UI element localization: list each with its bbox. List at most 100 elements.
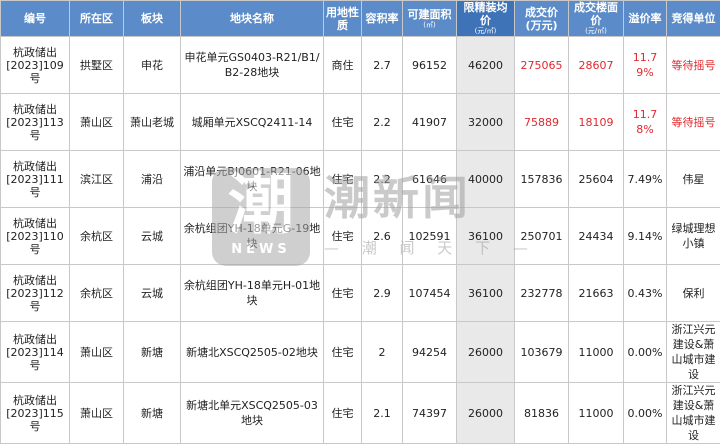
table-row: 杭政储出[2023]113号 萧山区 萧山老城 城厢单元XSCQ2411-14 …: [1, 94, 720, 151]
cell-price-limit: 36100: [457, 208, 515, 265]
cell-premium: 0.00%: [624, 322, 667, 383]
cell-area: 61646: [403, 151, 457, 208]
cell-winner: 浙江兴元建设&萧山城市建设: [667, 383, 720, 444]
cell-land-use: 住宅: [324, 383, 362, 444]
cell-deal-price: 81836: [515, 383, 569, 444]
cell-code: 杭政储出[2023]109号: [1, 37, 70, 94]
cell-sector: 浦沿: [124, 151, 181, 208]
cell-premium: 0.00%: [624, 383, 667, 444]
cell-parcel: 新塘北XSCQ2505-02地块: [181, 322, 324, 383]
header-far: 容积率: [362, 1, 403, 37]
cell-sector: 新塘: [124, 322, 181, 383]
cell-land-use: 住宅: [324, 322, 362, 383]
cell-code: 杭政储出[2023]113号: [1, 94, 70, 151]
cell-sector: 云城: [124, 265, 181, 322]
cell-floor-price: 25604: [569, 151, 624, 208]
cell-winner: 绿城理想小镇: [667, 208, 720, 265]
land-auction-table: 编号 所在区 板块 地块名称 用地性质 容积率 可建面积(㎡) 限精装均价(元/…: [0, 0, 720, 444]
cell-deal-price: 157836: [515, 151, 569, 208]
cell-premium: 9.14%: [624, 208, 667, 265]
cell-district: 滨江区: [70, 151, 124, 208]
cell-deal-price: 103679: [515, 322, 569, 383]
cell-land-use: 商住: [324, 37, 362, 94]
table-row: 杭政储出[2023]115号 萧山区 新塘 新塘北单元XSCQ2505-03地块…: [1, 383, 720, 444]
cell-deal-price: 232778: [515, 265, 569, 322]
cell-far: 2.2: [362, 151, 403, 208]
cell-district: 拱墅区: [70, 37, 124, 94]
cell-sector: 新塘: [124, 383, 181, 444]
cell-winner: 保利: [667, 265, 720, 322]
cell-floor-price: 21663: [569, 265, 624, 322]
cell-far: 2.6: [362, 208, 403, 265]
cell-land-use: 住宅: [324, 94, 362, 151]
cell-premium: 0.43%: [624, 265, 667, 322]
cell-winner: 浙江兴元建设&萧山城市建设: [667, 322, 720, 383]
cell-floor-price: 24434: [569, 208, 624, 265]
header-price-limit: 限精装均价(元/㎡): [457, 1, 515, 37]
cell-winner: 等待摇号: [667, 94, 720, 151]
cell-district: 萧山区: [70, 94, 124, 151]
cell-price-limit: 46200: [457, 37, 515, 94]
cell-price-limit: 32000: [457, 94, 515, 151]
cell-code: 杭政储出[2023]114号: [1, 322, 70, 383]
cell-area: 94254: [403, 322, 457, 383]
cell-floor-price: 11000: [569, 383, 624, 444]
cell-district: 余杭区: [70, 208, 124, 265]
cell-price-limit: 26000: [457, 383, 515, 444]
cell-far: 2: [362, 322, 403, 383]
cell-code: 杭政储出[2023]115号: [1, 383, 70, 444]
cell-far: 2.9: [362, 265, 403, 322]
cell-sector: 申花: [124, 37, 181, 94]
cell-land-use: 住宅: [324, 265, 362, 322]
cell-price-limit: 36100: [457, 265, 515, 322]
cell-deal-price: 250701: [515, 208, 569, 265]
table-row: 杭政储出[2023]114号 萧山区 新塘 新塘北XSCQ2505-02地块 住…: [1, 322, 720, 383]
cell-floor-price: 28607: [569, 37, 624, 94]
header-deal-price: 成交价(万元): [515, 1, 569, 37]
header-floor-price: 成交楼面价(元/㎡): [569, 1, 624, 37]
cell-area: 107454: [403, 265, 457, 322]
cell-parcel: 余杭组团YH-18单元G-19地块: [181, 208, 324, 265]
cell-parcel: 浦沿单元BJ0601-R21-06地块: [181, 151, 324, 208]
cell-premium: 11.79%: [624, 37, 667, 94]
cell-parcel: 余杭组团YH-18单元H-01地块: [181, 265, 324, 322]
cell-price-limit: 26000: [457, 322, 515, 383]
header-winner: 竞得单位: [667, 1, 720, 37]
table-row: 杭政储出[2023]112号 余杭区 云城 余杭组团YH-18单元H-01地块 …: [1, 265, 720, 322]
cell-district: 萧山区: [70, 383, 124, 444]
cell-parcel: 新塘北单元XSCQ2505-03地块: [181, 383, 324, 444]
cell-far: 2.1: [362, 383, 403, 444]
header-district: 所在区: [70, 1, 124, 37]
cell-parcel: 城厢单元XSCQ2411-14: [181, 94, 324, 151]
table-row: 杭政储出[2023]110号 余杭区 云城 余杭组团YH-18单元G-19地块 …: [1, 208, 720, 265]
table-row: 杭政储出[2023]109号 拱墅区 申花 申花单元GS0403-R21/B1/…: [1, 37, 720, 94]
cell-parcel: 申花单元GS0403-R21/B1/B2-28地块: [181, 37, 324, 94]
cell-sector: 萧山老城: [124, 94, 181, 151]
cell-district: 余杭区: [70, 265, 124, 322]
cell-premium: 11.78%: [624, 94, 667, 151]
cell-deal-price: 75889: [515, 94, 569, 151]
header-land-use: 用地性质: [324, 1, 362, 37]
cell-code: 杭政储出[2023]110号: [1, 208, 70, 265]
cell-price-limit: 40000: [457, 151, 515, 208]
cell-area: 102591: [403, 208, 457, 265]
cell-sector: 云城: [124, 208, 181, 265]
cell-floor-price: 11000: [569, 322, 624, 383]
cell-winner: 等待摇号: [667, 37, 720, 94]
cell-area: 41907: [403, 94, 457, 151]
header-premium: 溢价率: [624, 1, 667, 37]
cell-far: 2.7: [362, 37, 403, 94]
cell-area: 96152: [403, 37, 457, 94]
cell-area: 74397: [403, 383, 457, 444]
table-row: 杭政储出[2023]111号 滨江区 浦沿 浦沿单元BJ0601-R21-06地…: [1, 151, 720, 208]
cell-deal-price: 275065: [515, 37, 569, 94]
cell-winner: 伟星: [667, 151, 720, 208]
header-code: 编号: [1, 1, 70, 37]
cell-premium: 7.49%: [624, 151, 667, 208]
table-header-row: 编号 所在区 板块 地块名称 用地性质 容积率 可建面积(㎡) 限精装均价(元/…: [1, 1, 720, 37]
header-sector: 板块: [124, 1, 181, 37]
cell-far: 2.2: [362, 94, 403, 151]
cell-land-use: 住宅: [324, 151, 362, 208]
header-buildable-area: 可建面积(㎡): [403, 1, 457, 37]
cell-code: 杭政储出[2023]111号: [1, 151, 70, 208]
